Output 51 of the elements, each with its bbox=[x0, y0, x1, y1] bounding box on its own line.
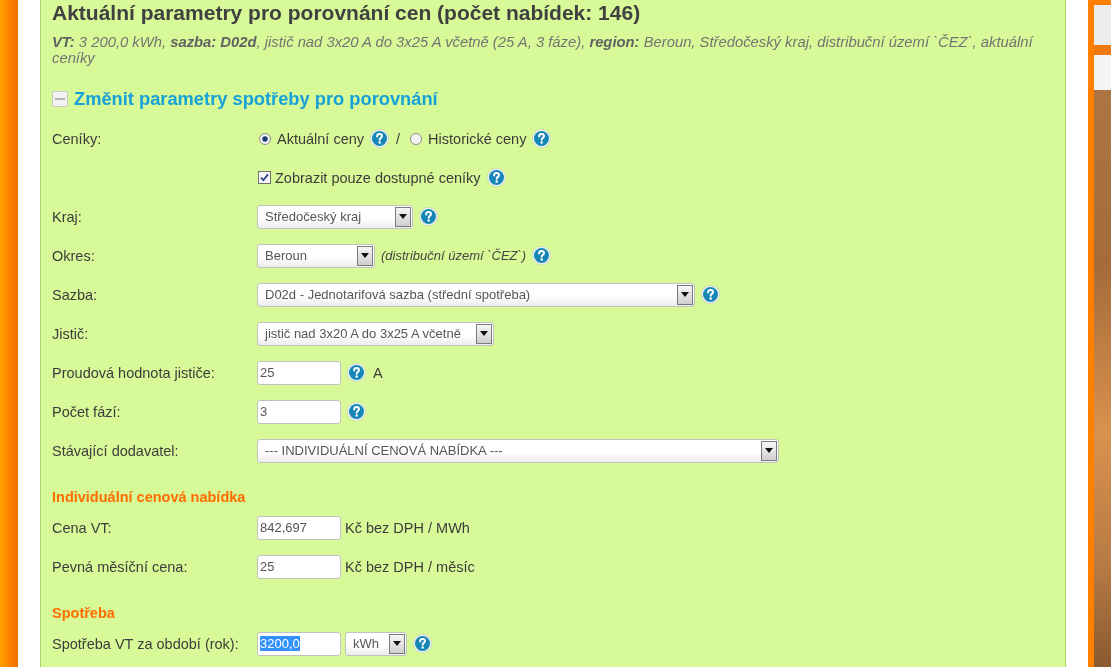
dropdown[interactable]: --- INDIVIDUÁLNÍ CENOVÁ NABÍDKA --- bbox=[257, 438, 779, 463]
help-icon[interactable] bbox=[347, 402, 366, 421]
help-icon[interactable] bbox=[347, 363, 366, 382]
help-icon[interactable] bbox=[413, 634, 432, 653]
field-label: Pevná měsíční cena: bbox=[52, 558, 188, 575]
dropdown[interactable]: Středočeský kraj bbox=[257, 204, 413, 229]
help-icon[interactable] bbox=[701, 285, 720, 304]
help-icon[interactable] bbox=[532, 246, 552, 265]
caret-icon bbox=[476, 323, 492, 344]
radio-button[interactable] bbox=[410, 132, 423, 145]
help-icon[interactable] bbox=[486, 168, 506, 187]
text-field[interactable]: 842,697 bbox=[257, 515, 341, 540]
unit-dropdown[interactable]: kWh bbox=[345, 631, 407, 656]
note-text: (distribuční území `ČEZ`) bbox=[381, 248, 527, 263]
field-label: Jistič: bbox=[52, 325, 89, 342]
dropdown[interactable]: D02d - Jednotarifová sazba (střední spotřeba) bbox=[257, 282, 695, 307]
caret-icon bbox=[761, 440, 777, 461]
unit-label: A bbox=[373, 364, 383, 381]
field-label: Proudová hodnota jističe: bbox=[52, 364, 215, 381]
checkbox-label[interactable]: Zobrazit pouze dostupné ceníky bbox=[275, 169, 481, 186]
caret-icon bbox=[677, 284, 693, 305]
caret-icon bbox=[395, 206, 411, 227]
field-label: Ceníky: bbox=[52, 130, 102, 147]
help-icon[interactable] bbox=[370, 129, 390, 148]
text-field[interactable]: 25 bbox=[257, 554, 341, 579]
text-field[interactable]: 25 bbox=[257, 360, 341, 385]
checkbox[interactable] bbox=[258, 171, 271, 184]
field-label: Okres: bbox=[52, 247, 95, 264]
group-heading: Individuální cenová nabídka bbox=[52, 488, 247, 507]
caret-icon bbox=[357, 245, 373, 266]
field-label: Stávající dodavatel: bbox=[52, 442, 179, 459]
field-label: Kraj: bbox=[52, 208, 82, 225]
unit-label: Kč bez DPH / měsíc bbox=[345, 558, 475, 575]
text-field[interactable]: 3 bbox=[257, 399, 341, 424]
radio-button[interactable] bbox=[259, 132, 271, 145]
dropdown[interactable]: jistič nad 3x20 A do 3x25 A včetně bbox=[257, 321, 494, 346]
page-title: Aktuální parametry pro porovnání cen (počet nabídek: 146) bbox=[52, 1, 642, 25]
unit-label: Kč bez DPH / MWh bbox=[345, 519, 470, 536]
caret-icon bbox=[389, 633, 405, 654]
summary-text: VT: 3 200,0 kWh, sazba: D02d, jistič nad 3x20 A do 3x25 A včetně (25 A, 3 fáze), region: Beroun, Středočeský kraj, distribuční území `ČEZ`, aktuální ceníky bbox=[52, 34, 1035, 66]
radio-label[interactable]: Historické ceny bbox=[428, 130, 527, 147]
dropdown[interactable]: Beroun bbox=[257, 243, 375, 268]
separator-text: / bbox=[396, 130, 401, 147]
field-label: Sazba: bbox=[52, 286, 98, 303]
field-label: Spotřeba VT za období (rok): bbox=[52, 635, 239, 652]
radio-label[interactable]: Aktuální ceny bbox=[277, 130, 365, 147]
help-icon[interactable] bbox=[532, 129, 552, 148]
group-heading: Spotřeba bbox=[52, 604, 116, 623]
field-label: Cena VT: bbox=[52, 519, 112, 536]
help-icon[interactable] bbox=[419, 207, 438, 226]
field-label: Počet fází: bbox=[52, 403, 121, 420]
